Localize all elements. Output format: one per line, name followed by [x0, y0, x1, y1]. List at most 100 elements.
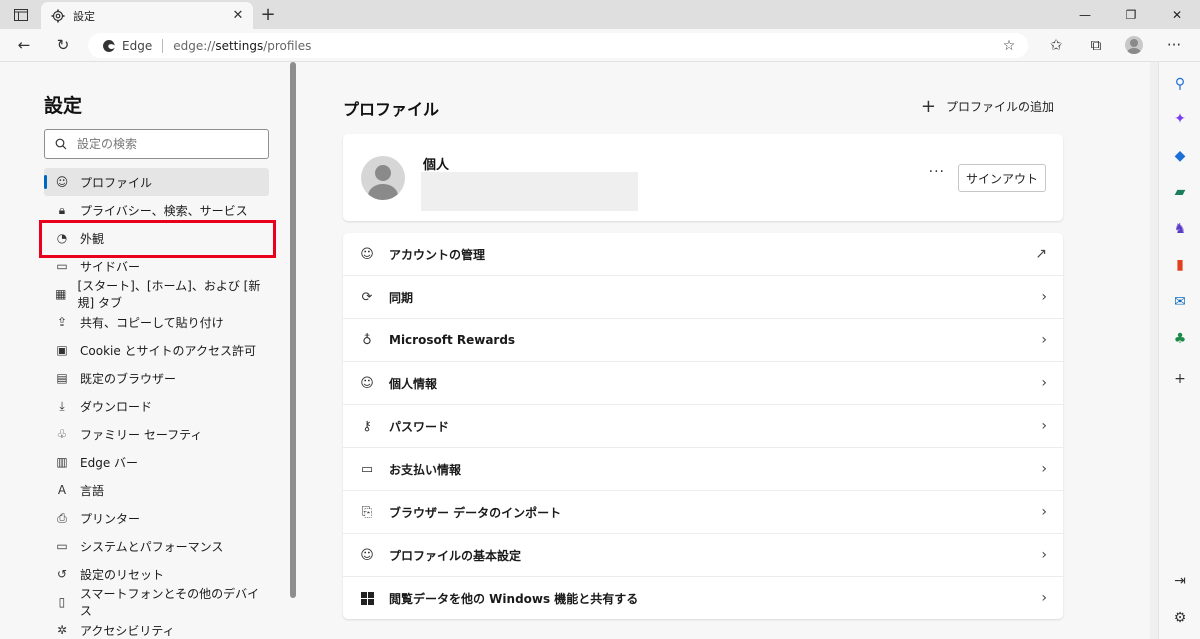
close-icon: ✕ — [1171, 7, 1183, 22]
close-icon: ✕ — [232, 7, 244, 23]
tab-settings[interactable]: 設定 ✕ — [41, 2, 253, 29]
list-item-personal-info[interactable]: ☺ 個人情報 › — [343, 362, 1063, 405]
settings-nav: 設定 ☺プロファイル 🔒︎プライバシー、検索、サービス ◔外観 ▭サイドバー ▦… — [0, 62, 300, 639]
address-separator — [162, 38, 164, 53]
key-icon: ⚷ — [362, 418, 372, 434]
toolbar: ← ↻ Edge edge://settings/profiles ☆ ✩ ⧉ … — [0, 29, 1200, 62]
sidebar-item-start-home-newtab[interactable]: ▦ [スタート]、[ホーム]、および [新規] タブ — [44, 279, 269, 310]
profile-button[interactable] — [1121, 33, 1147, 57]
close-window-button[interactable]: ✕ — [1154, 0, 1200, 29]
sidebar-item-share-copy-paste[interactable]: ⇪ 共有、コピーして貼り付け — [44, 308, 269, 336]
language-icon: A — [57, 483, 67, 497]
profile-settings-icon: ☺ — [360, 547, 374, 563]
personal-info-icon: ☺ — [360, 375, 374, 391]
list-item-passwords[interactable]: ⚷ パスワード › — [343, 405, 1063, 448]
more-menu-button[interactable]: ··· — [1161, 33, 1187, 57]
sidebar-item-appearance[interactable]: ◔ 外観 — [44, 224, 269, 252]
edge-bar-icon: ▥ — [56, 455, 68, 469]
add-favorite-button[interactable]: ☆ — [998, 35, 1020, 57]
sidebar-item-cookies[interactable]: ▣ Cookie とサイトのアクセス許可 — [44, 336, 269, 364]
add-profile-label: プロファイルの追加 — [945, 100, 1054, 114]
refresh-button[interactable]: ↻ — [50, 33, 76, 57]
list-item-payment-info[interactable]: ▭ お支払い情報 › — [343, 448, 1063, 491]
office-icon[interactable]: ▮ — [1170, 255, 1190, 275]
sidebar-item-edge-bar[interactable]: ▥ Edge バー — [44, 448, 269, 476]
chevron-right-icon: › — [1041, 504, 1047, 520]
list-item-sync[interactable]: ⟳ 同期 › — [343, 276, 1063, 319]
list-item-share-windows[interactable]: 閲覧データを他の Windows 機能と共有する › — [343, 577, 1063, 620]
copilot-icon[interactable]: ✦ — [1170, 109, 1190, 129]
tab-close-button[interactable]: ✕ — [229, 6, 247, 24]
sidebar-item-accessibility[interactable]: ✲ アクセシビリティ — [44, 616, 269, 639]
main-content: プロファイル + プロファイルの追加 個人 ··· サインアウト ☺ アカウント… — [300, 62, 1158, 639]
back-button[interactable]: ← — [11, 33, 37, 57]
list-item-profile-preferences[interactable]: ☺ プロファイルの基本設定 › — [343, 534, 1063, 577]
tools-icon[interactable]: ▰ — [1170, 182, 1190, 202]
settings-search[interactable] — [44, 129, 269, 159]
new-tab-icon: ▦ — [55, 287, 67, 301]
refresh-icon: ↻ — [56, 36, 70, 54]
list-item-manage-account[interactable]: ☺ アカウントの管理 ↗ — [343, 233, 1063, 276]
reset-icon: ↺ — [56, 567, 68, 581]
sidebar-item-printers[interactable]: ⎙ プリンター — [44, 504, 269, 532]
minimize-icon: — — [1079, 7, 1091, 22]
rewards-icon: ♁ — [362, 332, 372, 348]
collections-icon: ⧉ — [1090, 36, 1102, 54]
nav-title: 設定 — [44, 95, 83, 117]
sidebar-item-system[interactable]: ▭ システムとパフォーマンス — [44, 532, 269, 560]
games-icon[interactable]: ♞ — [1170, 219, 1190, 239]
edge-sidebar: ⚲ ✦ ◆ ▰ ♞ ▮ ✉ ♣ + ⇥ ⚙ — [1158, 62, 1200, 639]
avatar — [1125, 36, 1143, 54]
sidebar-item-privacy[interactable]: 🔒︎ プライバシー、検索、サービス — [44, 196, 269, 224]
sign-out-button[interactable]: サインアウト — [958, 164, 1046, 192]
page-title: プロファイル — [343, 100, 440, 119]
list-item-microsoft-rewards[interactable]: ♁ Microsoft Rewards › — [343, 319, 1063, 362]
gear-icon — [51, 9, 65, 22]
add-sidebar-app-icon[interactable]: + — [1170, 369, 1190, 389]
family-icon: ♧ — [56, 427, 68, 441]
gear-icon[interactable]: ⚙ — [1170, 608, 1190, 628]
sidebar-item-family-safety[interactable]: ♧ ファミリー セーフティ — [44, 420, 269, 448]
profile-more-button[interactable]: ··· — [929, 164, 945, 180]
chevron-right-icon: › — [1041, 461, 1047, 477]
palette-icon: ◔ — [56, 231, 68, 245]
shopping-icon[interactable]: ◆ — [1170, 146, 1190, 166]
outlook-icon[interactable]: ✉ — [1170, 292, 1190, 312]
sidebar-item-default-browser[interactable]: ▤ 既定のブラウザー — [44, 364, 269, 392]
sidebar-item-sidebar[interactable]: ▭ サイドバー — [44, 252, 269, 280]
sidebar-item-languages[interactable]: A 言語 — [44, 476, 269, 504]
add-profile-button[interactable]: + プロファイルの追加 — [921, 96, 1054, 117]
address-bar[interactable]: Edge edge://settings/profiles ☆ — [88, 33, 1028, 58]
cookie-icon: ▣ — [56, 343, 68, 357]
chevron-right-icon: › — [1041, 547, 1047, 563]
credit-card-icon: ▭ — [360, 461, 374, 477]
sidebar-item-reset[interactable]: ↺ 設定のリセット — [44, 560, 269, 588]
list-item-import-data[interactable]: ⎘ ブラウザー データのインポート › — [343, 491, 1063, 534]
tab-actions-icon — [14, 9, 28, 21]
tab-title: 設定 — [73, 9, 95, 23]
search-input[interactable] — [77, 137, 247, 151]
nav-scrollbar[interactable] — [290, 62, 296, 598]
profile-settings-list: ☺ アカウントの管理 ↗ ⟳ 同期 › ♁ Microsoft Rewards … — [343, 233, 1063, 619]
collections-button[interactable]: ⧉ — [1083, 33, 1109, 57]
new-tab-button[interactable]: + — [258, 3, 278, 25]
sidebar-item-profiles[interactable]: ☺ プロファイル — [44, 168, 269, 196]
more-icon: ··· — [1166, 36, 1182, 54]
drop-icon[interactable]: ♣ — [1170, 329, 1190, 349]
restore-button[interactable]: ❐ — [1108, 0, 1154, 29]
main-scrollbar[interactable] — [1150, 62, 1158, 639]
plus-icon: + — [920, 96, 936, 117]
hide-sidebar-icon[interactable]: ⇥ — [1170, 571, 1190, 591]
favorites-button[interactable]: ✩ — [1043, 33, 1069, 57]
star-add-icon: ☆ — [1002, 38, 1016, 54]
printer-icon: ⎙ — [57, 510, 67, 525]
minimize-button[interactable]: — — [1062, 0, 1108, 29]
sidebar-item-downloads[interactable]: ⤓ ダウンロード — [44, 392, 269, 420]
sidebar-item-phone-devices[interactable]: ▯ スマートフォンとその他のデバイス — [44, 587, 269, 618]
search-icon[interactable]: ⚲ — [1170, 74, 1190, 94]
tab-actions-button[interactable] — [8, 5, 34, 25]
sync-icon: ⟳ — [361, 289, 373, 305]
chevron-right-icon: › — [1041, 289, 1047, 305]
favorites-icon: ✩ — [1049, 36, 1063, 54]
import-icon: ⎘ — [361, 504, 373, 520]
